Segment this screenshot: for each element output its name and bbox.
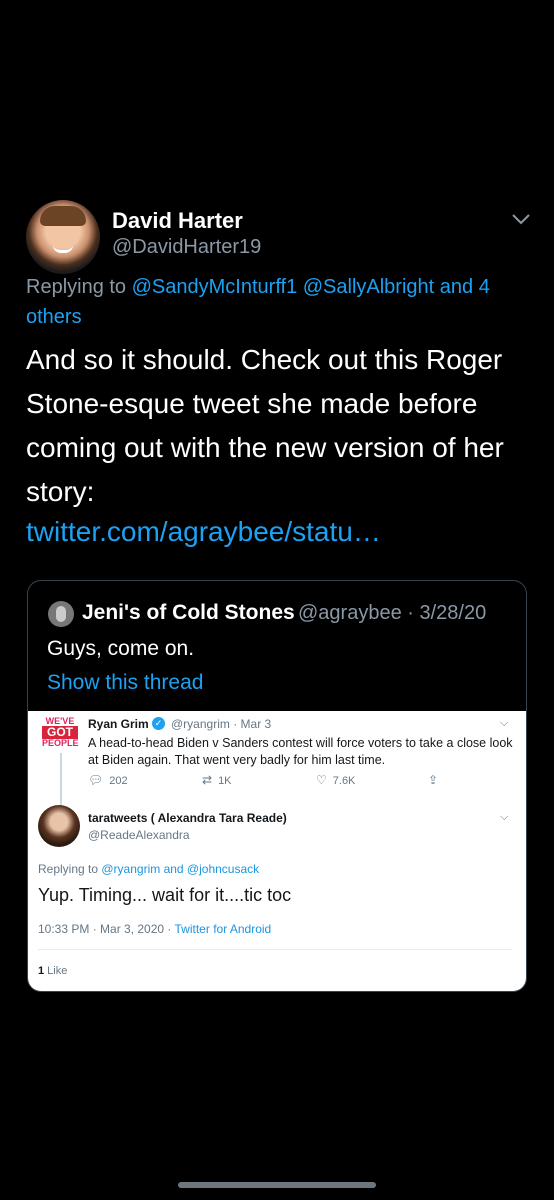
chevron-down-icon[interactable] (510, 212, 532, 226)
tara-time: 10:33 PM · Mar 3, 2020 · (38, 922, 175, 936)
tara-reply-prefix: Replying to (38, 862, 102, 876)
author-avatar[interactable] (26, 200, 100, 274)
retweet-action: ⇄ 1K (202, 773, 232, 787)
author-name[interactable]: David Harter (112, 208, 243, 234)
tara-timestamp: 10:33 PM · Mar 3, 2020 · Twitter for And… (38, 922, 271, 936)
tara-handle: @ReadeAlexandra (88, 828, 190, 842)
ryan-name: Ryan Grim (88, 717, 149, 731)
ryan-handle: @ryangrim · Mar 3 (171, 717, 272, 731)
tara-avatar (38, 805, 80, 847)
reply-icon: 💬︎ (88, 773, 104, 787)
quoted-text: Guys, come on. (47, 637, 195, 660)
quoted-author-avatar (48, 601, 74, 627)
tara-name: taratweets ( Alexandra Tara Reade) (88, 811, 287, 825)
embedded-screenshot-image: WE'VE GOT PEOPLE Ryan Grim ✓ @ryangrim ·… (28, 711, 526, 991)
wegotpeople-logo: WE'VE GOT PEOPLE (42, 717, 79, 751)
quoted-author-name: Jeni's of Cold Stones (82, 601, 295, 624)
tara-reply-mentions: @ryangrim and @johncusack (101, 862, 260, 876)
tweet-link[interactable]: twitter.com/agraybee/statu… (26, 510, 381, 554)
tara-tweet-text: Yup. Timing... wait for it....tic toc (38, 885, 292, 905)
home-indicator[interactable] (178, 1182, 376, 1188)
logo-line3: PEOPLE (42, 738, 79, 748)
verified-badge-icon: ✓ (152, 717, 165, 730)
retweet-icon: ⇄ (202, 773, 213, 787)
tara-replying-to: Replying to @ryangrim and @johncusack (38, 862, 259, 876)
reply-action: 💬︎ 202 (88, 773, 128, 787)
replying-to: Replying to @SandyMcInturff1 @SallyAlbri… (26, 272, 532, 332)
quoted-tweet-card[interactable]: Jeni's of Cold Stones @agraybee · 3/28/2… (27, 580, 527, 992)
show-thread-link[interactable]: Show this thread (47, 671, 203, 695)
heart-icon: ♡ (316, 773, 327, 787)
like-action: ♡ 7.6K (316, 773, 355, 787)
tara-client: Twitter for Android (174, 922, 272, 936)
share-action: ⇪ (428, 773, 444, 787)
reply-count: 202 (109, 775, 128, 787)
thread-connector (60, 753, 62, 811)
avatar-smile (53, 245, 73, 253)
share-icon: ⇪ (428, 773, 439, 787)
avatar-hair (40, 206, 86, 226)
tara-like-label: Like (44, 965, 68, 977)
like-count: 7.6K (332, 775, 356, 787)
chevron-down-icon: ⌵ (500, 717, 509, 729)
ryan-tweet-text: A head-to-head Biden v Sanders contest w… (88, 736, 513, 767)
replying-to-label: Replying to (26, 276, 132, 298)
author-handle[interactable]: @DavidHarter19 (112, 236, 261, 259)
divider (38, 949, 512, 950)
chevron-down-icon: ⌵ (500, 811, 509, 823)
retweet-count: 1K (218, 775, 232, 787)
tara-likes: 1 Like (38, 965, 67, 977)
tweet-body: And so it should. Check out this Roger S… (26, 344, 504, 507)
quoted-author-handle: @agraybee · 3/28/20 (298, 602, 487, 624)
